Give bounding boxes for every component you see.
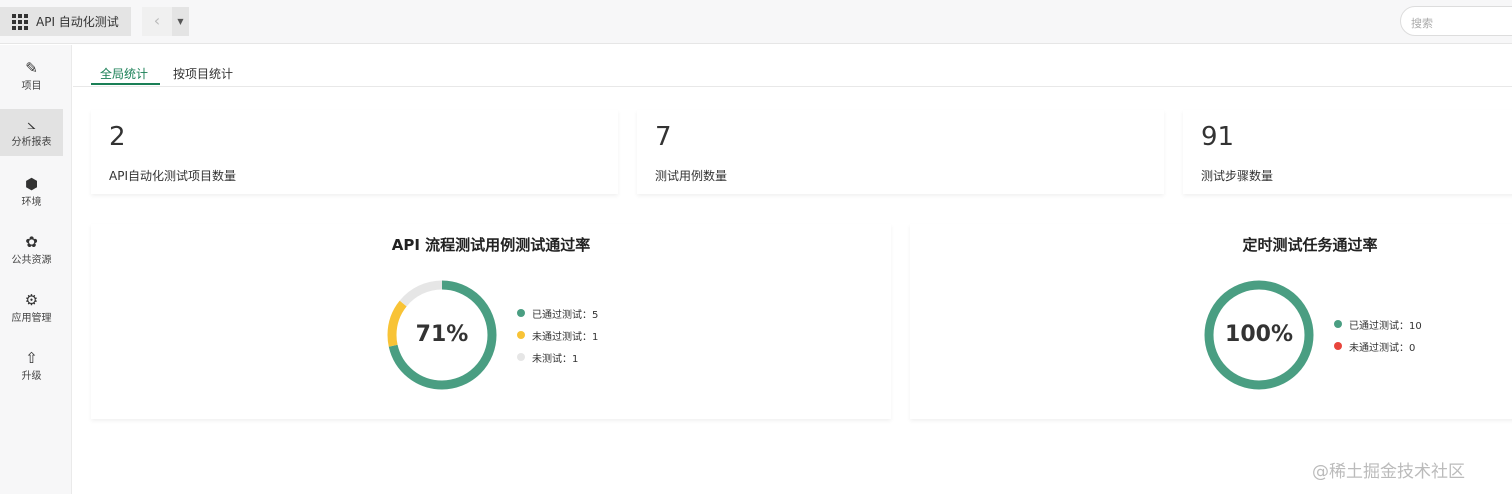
stat-value: 91: [1201, 122, 1235, 152]
chart-panel-scheduled-pass-rate: 定时测试任务通过率 100% 已通过测试：10 未通过测试：0: [910, 224, 1512, 419]
sidebar-label: 项目: [21, 81, 42, 92]
sidebar-label: 分析报表: [11, 137, 52, 148]
sidebar-item-app-manage[interactable]: ⚙ 应用管理: [0, 285, 63, 332]
sidebar-item-resources[interactable]: ✿ 公共资源: [0, 227, 63, 274]
legend-dot-icon: [517, 309, 525, 317]
legend-item[interactable]: 已通过测试：10: [1334, 313, 1422, 335]
gear-icon: ⚙: [24, 291, 39, 309]
rocket-icon: ⇧: [25, 349, 38, 367]
chart-line-icon: ⦣: [27, 115, 36, 133]
legend-label: 已通过测试：10: [1349, 320, 1422, 332]
sidebar-item-environment[interactable]: ⬢ 环境: [0, 169, 63, 216]
app-switcher[interactable]: API 自动化测试: [0, 7, 131, 36]
legend-item[interactable]: 已通过测试：5: [517, 302, 598, 324]
tab-by-project[interactable]: 按项目统计: [173, 65, 233, 82]
legend-label: 未通过测试：1: [532, 331, 599, 343]
stat-value: 2: [109, 122, 126, 152]
stat-label: API自动化测试项目数量: [109, 169, 236, 183]
sidebar-item-reports[interactable]: ⦣ 分析报表: [0, 109, 63, 156]
center-label: 71%: [415, 322, 469, 347]
sidebar-label: 升级: [21, 371, 42, 382]
legend-dot-icon: [517, 331, 525, 339]
legend-label: 未通过测试：0: [1349, 342, 1416, 354]
legend-dot-icon: [1334, 320, 1342, 328]
active-tab-indicator: [91, 83, 160, 85]
chevron-left-icon: ‹: [153, 11, 161, 30]
legend-item[interactable]: 未通过测试：1: [517, 324, 598, 346]
app-title: API 自动化测试: [36, 15, 119, 29]
top-bar: API 自动化测试 ‹ ▼ 搜索: [0, 0, 1512, 44]
legend-dot-icon: [517, 353, 525, 361]
legend-dot-icon: [1334, 342, 1342, 350]
sidebar: ✎ 项目 ⦣ 分析报表 ⬢ 环境 ✿ 公共资源 ⚙ 应用管理 ⇧ 升级: [0, 45, 72, 494]
sidebar-item-project[interactable]: ✎ 项目: [0, 53, 63, 100]
center-label: 100%: [1225, 322, 1293, 347]
stat-value: 7: [655, 122, 672, 152]
sidebar-item-upgrade[interactable]: ⇧ 升级: [0, 343, 63, 390]
legend-item[interactable]: 未测试：1: [517, 346, 598, 368]
legend-item[interactable]: 未通过测试：0: [1334, 335, 1422, 357]
legend-label: 已通过测试：5: [532, 309, 599, 321]
cube-icon: ⬢: [24, 175, 39, 193]
pencil-ruler-icon: ✎: [25, 59, 38, 77]
legend: 已通过测试：5 未通过测试：1 未测试：1: [517, 302, 598, 368]
chart-panel-case-pass-rate: API 流程测试用例测试通过率 71% 已通过测试：5 未通过测试：1 未测试：1: [91, 224, 891, 419]
legend-label: 未测试：1: [532, 353, 579, 365]
puzzle-icon: ✿: [25, 233, 38, 251]
chart-title: 定时测试任务通过率: [1242, 236, 1378, 254]
stat-card-projects: 2 API自动化测试项目数量: [91, 110, 618, 194]
stat-card-cases: 7 测试用例数量: [637, 110, 1164, 194]
history-dropdown[interactable]: ▼: [172, 7, 189, 36]
legend: 已通过测试：10 未通过测试：0: [1334, 313, 1422, 357]
watermark: @稀土掘金技术社区: [1312, 462, 1465, 482]
apps-grid-icon: [12, 13, 28, 30]
tab-global[interactable]: 全局统计: [100, 65, 148, 82]
sidebar-label: 公共资源: [11, 255, 52, 266]
stat-card-steps: 91 测试步骤数量: [1183, 110, 1512, 194]
search-input[interactable]: 搜索: [1400, 6, 1512, 36]
caret-down-icon: ▼: [177, 17, 184, 26]
back-button[interactable]: ‹: [142, 7, 172, 36]
chart-title: API 流程测试用例测试通过率: [391, 236, 591, 254]
sidebar-label: 环境: [21, 197, 42, 208]
stat-label: 测试步骤数量: [1201, 169, 1274, 183]
tab-bar: 全局统计 按项目统计: [73, 45, 1512, 87]
stat-label: 测试用例数量: [655, 169, 728, 183]
sidebar-label: 应用管理: [11, 313, 52, 324]
